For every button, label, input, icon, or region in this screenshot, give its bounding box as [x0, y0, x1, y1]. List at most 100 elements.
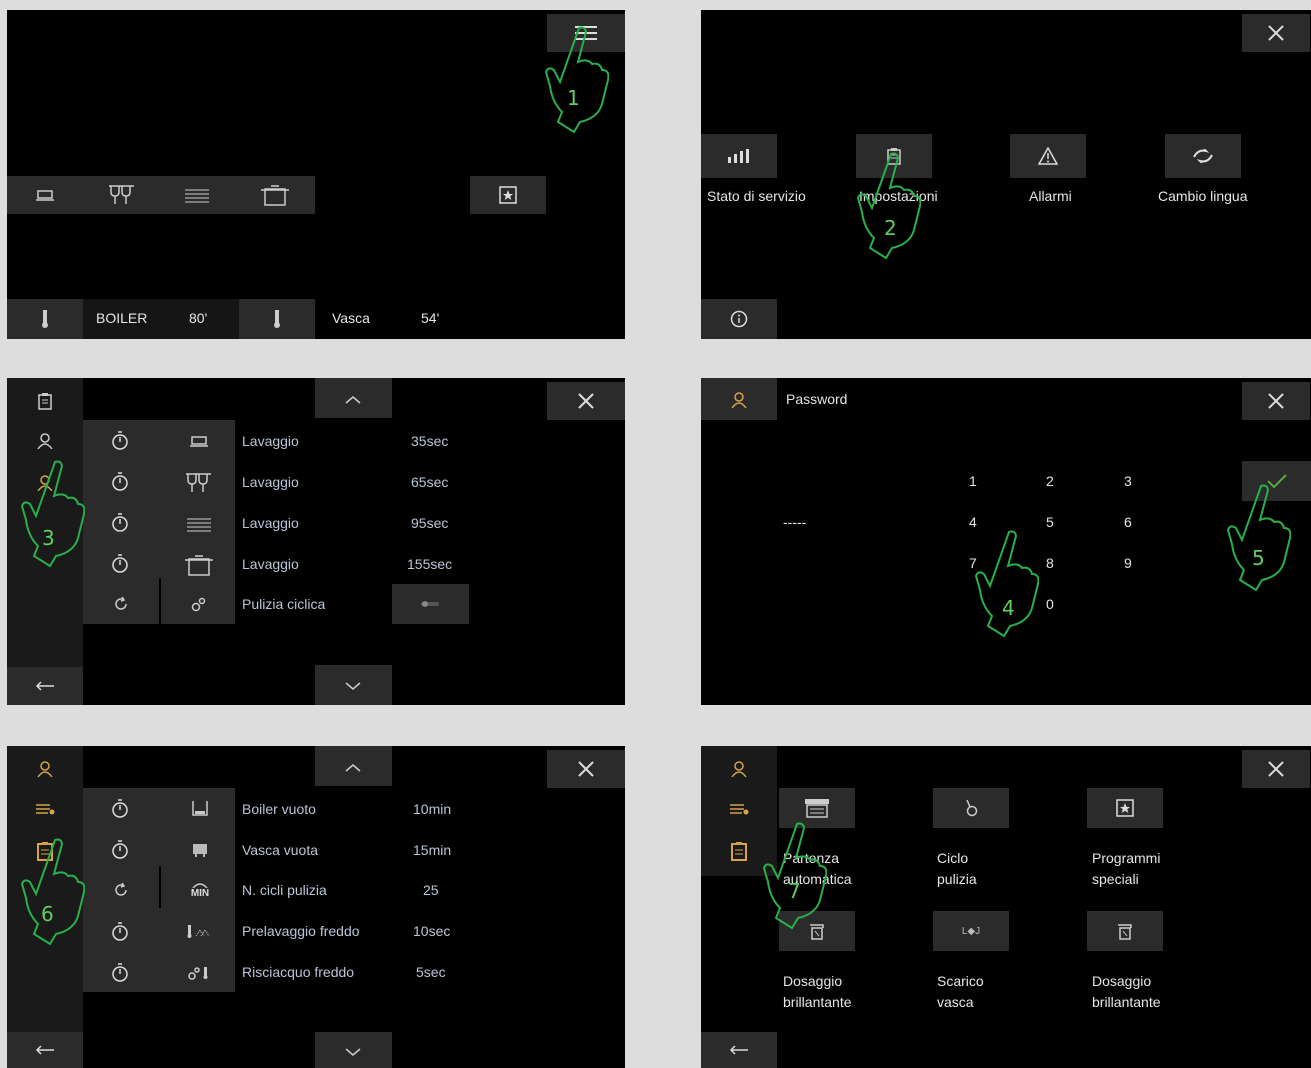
password-field[interactable]: ----- — [783, 514, 806, 530]
back-button[interactable] — [7, 1032, 83, 1068]
program-time[interactable]: 65sec — [411, 474, 448, 490]
user-tab[interactable] — [7, 422, 83, 460]
function-label: speciali — [1092, 871, 1139, 887]
keypad-key[interactable]: 0 — [1046, 596, 1054, 612]
special-programs-button[interactable] — [1087, 788, 1163, 828]
close-button[interactable] — [547, 382, 625, 420]
close-button[interactable] — [1242, 14, 1310, 52]
clipboard-icon — [38, 393, 52, 410]
parameter-value[interactable]: 25 — [423, 882, 439, 898]
chevron-up-icon — [345, 764, 361, 772]
keypad-key[interactable]: 8 — [1046, 555, 1054, 571]
pointing-hand-icon — [974, 530, 1039, 638]
tank-icon — [193, 844, 207, 857]
cleaning-icon — [966, 799, 978, 817]
function-label: Dosaggio — [1092, 973, 1152, 989]
settings-tab[interactable] — [7, 832, 83, 870]
step-number: 6 — [41, 902, 54, 926]
keypad-key[interactable]: 2 — [1046, 473, 1054, 489]
rinse-dosing-button[interactable] — [1087, 911, 1163, 951]
info-button[interactable] — [701, 299, 777, 339]
back-button[interactable] — [7, 667, 83, 705]
cup-icon — [36, 190, 54, 201]
parameter-value[interactable]: 5sec — [416, 964, 446, 980]
program-time[interactable]: 95sec — [411, 515, 448, 531]
password-title: Password — [786, 391, 848, 407]
chevron-down-icon — [345, 682, 361, 690]
parameter-label: Risciacquo freddo — [242, 964, 355, 980]
settings-tab[interactable] — [701, 832, 777, 870]
service-status-button[interactable] — [701, 134, 777, 178]
function-label: Partenza — [783, 850, 840, 866]
clipboard-icon — [37, 842, 53, 861]
thermometer-icon — [274, 310, 280, 328]
technician-tab[interactable] — [7, 750, 83, 788]
timer-icon — [112, 922, 128, 941]
cleaning-cycle-button[interactable] — [933, 788, 1009, 828]
boiler-temperature: 80' — [189, 310, 208, 326]
parameters-tab[interactable] — [701, 790, 777, 828]
keypad-key[interactable]: 3 — [1124, 473, 1132, 489]
technician-tab[interactable] — [7, 464, 83, 502]
close-icon — [1268, 761, 1284, 777]
confirm-button[interactable] — [1242, 461, 1311, 501]
step-number: 4 — [1002, 596, 1015, 620]
keypad-key[interactable]: 9 — [1124, 555, 1132, 571]
parameter-value[interactable]: 10min — [413, 801, 451, 817]
keypad-key[interactable]: 5 — [1046, 514, 1054, 530]
toggle-icon — [421, 601, 439, 607]
program-label: Lavaggio — [242, 515, 299, 531]
keypad-key[interactable]: 6 — [1124, 514, 1132, 530]
user-icon — [37, 433, 53, 449]
program-plates-button[interactable] — [177, 180, 217, 210]
function-label: brillantante — [783, 994, 852, 1010]
tank-drain-button[interactable]: L◆J — [933, 911, 1009, 951]
star-icon — [499, 186, 517, 204]
back-button[interactable] — [701, 1032, 777, 1068]
close-button[interactable] — [1242, 382, 1310, 420]
technician-tab[interactable] — [701, 750, 777, 788]
keypad-key[interactable]: 1 — [969, 473, 977, 489]
keypad-key[interactable]: 7 — [969, 555, 977, 571]
step-number: 1 — [567, 86, 580, 110]
settings-button[interactable] — [856, 134, 932, 178]
alarms-button[interactable] — [1010, 134, 1086, 178]
program-time[interactable]: 155sec — [407, 556, 452, 572]
min-icon: MIN — [183, 876, 217, 904]
menu-button[interactable] — [547, 14, 625, 52]
chevron-down-icon — [345, 1048, 361, 1056]
program-label: Pulizia ciclica — [242, 596, 326, 612]
dishwasher-icon — [805, 799, 829, 818]
close-button[interactable] — [547, 750, 625, 788]
home-screen: BOILER 80' Vasca 54' 1 — [7, 10, 625, 339]
password-screen: Password ----- 1 2 3 4 5 6 7 8 9 0 4 5 — [701, 378, 1311, 705]
info-icon — [730, 310, 748, 328]
program-pot-button[interactable] — [255, 180, 295, 210]
parameter-label: Boiler vuoto — [242, 801, 316, 817]
timer-icon — [112, 963, 128, 982]
technician-icon — [731, 392, 747, 408]
back-arrow-icon — [729, 1045, 748, 1055]
min-text: MIN — [190, 887, 210, 899]
rinse-icon — [188, 967, 208, 980]
menu-label: Impostazioni — [859, 188, 938, 204]
timer-icon — [112, 554, 128, 573]
parameter-value[interactable]: 15min — [413, 842, 451, 858]
program-time[interactable]: 35sec — [411, 433, 448, 449]
settings-tab[interactable] — [7, 382, 83, 420]
program-cup-button[interactable] — [25, 180, 65, 210]
auto-start-button[interactable] — [779, 788, 855, 828]
parameters-tab[interactable] — [7, 790, 83, 828]
prewash-icon — [187, 925, 210, 938]
function-label: brillantante — [1092, 994, 1161, 1010]
parameter-value[interactable]: 10sec — [413, 923, 450, 939]
program-glasses-button[interactable] — [102, 180, 142, 210]
checkmark-icon — [1266, 474, 1287, 489]
special-programs-button[interactable] — [470, 176, 546, 214]
technician-icon — [731, 761, 747, 777]
close-button[interactable] — [1242, 750, 1310, 788]
rinse-dosing-button[interactable] — [779, 911, 855, 951]
change-language-button[interactable] — [1165, 134, 1241, 178]
keypad-key[interactable]: 4 — [969, 514, 977, 530]
close-icon — [578, 761, 594, 777]
